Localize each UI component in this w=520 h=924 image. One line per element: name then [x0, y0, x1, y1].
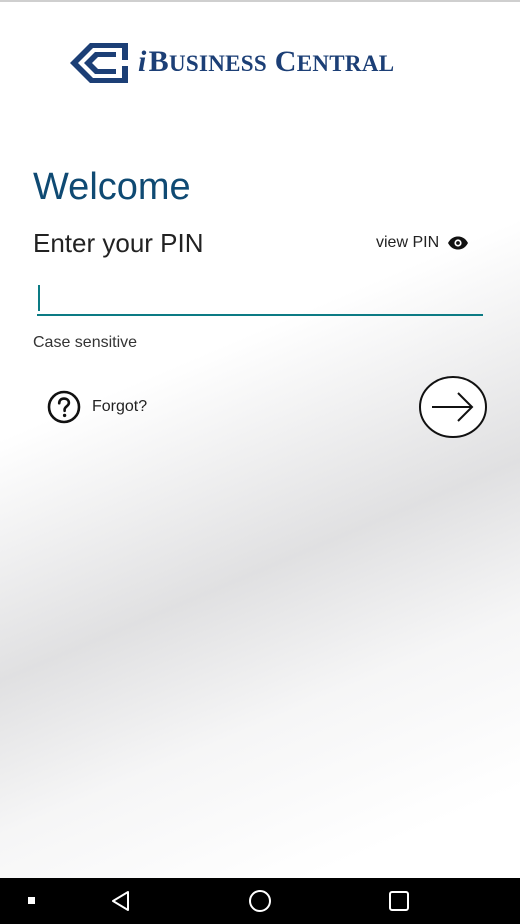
case-sensitive-hint: Case sensitive	[33, 334, 138, 351]
arrow-right-circle-icon	[419, 376, 487, 438]
status-bar-edge	[0, 0, 520, 2]
background-gradient	[0, 0, 520, 878]
forgot-link[interactable]: Forgot?	[47, 390, 147, 424]
view-pin-label: view PIN	[376, 234, 440, 251]
recents-square-icon[interactable]	[384, 878, 414, 924]
back-triangle-icon[interactable]	[106, 878, 136, 924]
text-cursor	[38, 285, 40, 311]
submit-button[interactable]	[418, 376, 488, 438]
pin-label: Enter your PIN	[33, 228, 204, 258]
diamond-logo-icon	[70, 43, 128, 83]
forgot-label: Forgot?	[92, 398, 148, 415]
system-nav-bar	[0, 878, 520, 924]
home-circle-icon[interactable]	[245, 878, 275, 924]
question-circle-icon	[47, 390, 81, 424]
welcome-heading: Welcome	[33, 166, 191, 208]
eye-icon	[448, 236, 469, 250]
login-screen: iBUSINESS CENTRAL Welcome Enter your PIN…	[0, 0, 520, 924]
view-pin-toggle[interactable]: view PIN	[376, 232, 469, 254]
pin-input[interactable]	[37, 280, 483, 316]
brand-name: iBUSINESS CENTRAL	[138, 45, 395, 78]
brand-logo: iBUSINESS CENTRAL	[68, 40, 394, 86]
square-dot-icon[interactable]	[22, 878, 42, 924]
